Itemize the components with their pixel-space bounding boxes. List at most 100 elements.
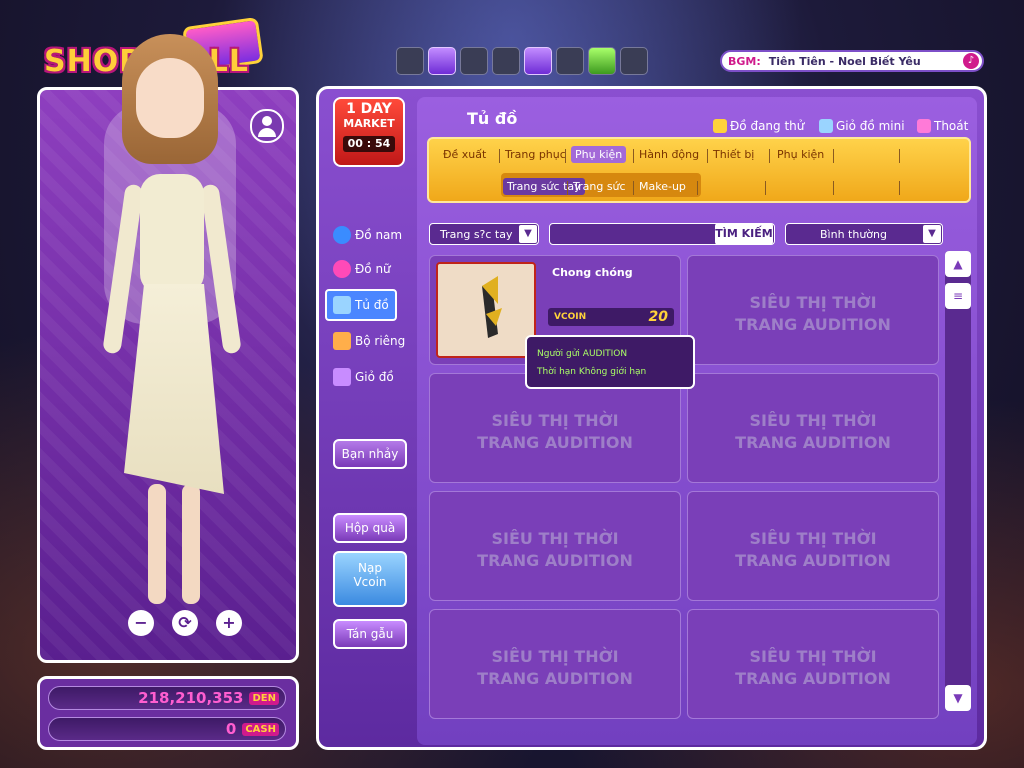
photo-icon[interactable]	[556, 47, 584, 75]
price-currency: VCOIN	[554, 312, 587, 322]
scroll-thumb[interactable]: ≡	[945, 283, 971, 309]
placeholder-line2: TRANG AUDITION	[477, 669, 633, 688]
shop-content: Tủ đồ Đồ đang thử Giỏ đồ mini Thoát Đề x…	[417, 97, 977, 745]
music-settings-icon[interactable]: ♪	[963, 53, 979, 69]
sidebar-item-tu-do[interactable]: Tủ đồ	[325, 289, 397, 321]
day-market-timer: 00 : 54	[343, 136, 395, 152]
tab-separator	[769, 149, 770, 163]
placeholder-line1: SIÊU THỊ THỜI	[491, 647, 619, 666]
tab-separator	[899, 149, 900, 163]
tan-gau-button[interactable]: Tán gẫu	[333, 619, 407, 649]
sidebar-label: Bộ riêng	[355, 334, 406, 348]
page-title: Tủ đồ	[467, 109, 518, 128]
subtab-separator	[567, 181, 568, 195]
sidebar-label: Giỏ đồ	[355, 370, 394, 384]
do-dang-thu-link[interactable]: Đồ đang thử	[713, 119, 804, 133]
placeholder-line2: TRANG AUDITION	[735, 315, 891, 334]
sidebar-label: Tủ đồ	[355, 298, 389, 312]
gift-icon[interactable]	[620, 47, 648, 75]
avatar-leg-right	[182, 484, 200, 604]
tab-thiet-bi[interactable]: Thiết bị	[713, 148, 754, 161]
monster-icon[interactable]	[428, 47, 456, 75]
bundle-icon	[333, 332, 351, 350]
item-name: Chong chóng	[552, 266, 633, 279]
subtab-make-up[interactable]: Make-up	[639, 180, 686, 193]
rotate-icon[interactable]: ⟳	[172, 610, 198, 636]
chevron-down-icon: ▼	[519, 225, 537, 243]
day-market-line2: MARKET	[343, 117, 395, 130]
view-controls: − ⟳ +	[128, 610, 242, 636]
tab-phu-kien[interactable]: Phụ kiện	[571, 146, 627, 163]
sort-dropdown-value: Bình thường	[820, 227, 887, 241]
ban-nhay-button[interactable]: Bạn nhảy	[333, 439, 407, 469]
subtab-separator	[633, 181, 634, 195]
exit-icon	[917, 119, 931, 133]
sidebar-label: Đồ nữ	[355, 262, 391, 276]
wardrobe-icon	[333, 296, 351, 314]
scrollbar-track[interactable]	[945, 251, 971, 699]
plant-icon[interactable]	[492, 47, 520, 75]
one-day-market-button[interactable]: 1 DAY MARKET 00 : 54	[333, 97, 405, 167]
subtab-separator	[833, 181, 834, 195]
price-value: 20	[648, 309, 668, 325]
hop-qua-button[interactable]: Hộp quà	[333, 513, 407, 543]
den-unit: DEN	[249, 691, 279, 705]
nap-vcoin-button[interactable]: Nạp Vcoin	[333, 551, 407, 607]
sidebar-label: Đồ nam	[355, 228, 403, 242]
tab-separator	[565, 149, 566, 163]
khu-vuon-icon[interactable]	[588, 47, 616, 75]
scroll-up-button[interactable]: ▲	[945, 251, 971, 277]
item-tooltip: Người gửi AUDITION Thời hạn Không giới h…	[525, 335, 695, 389]
sidebar-item-do-nam[interactable]: Đồ nam	[333, 223, 402, 247]
subtab-separator	[765, 181, 766, 195]
exit-link[interactable]: Thoát	[917, 119, 968, 133]
den-balance: 218,210,353 DEN	[48, 686, 286, 710]
sidebar-item-do-nu[interactable]: Đồ nữ	[333, 257, 391, 281]
zoom-in-icon[interactable]: +	[216, 610, 242, 636]
avatar-panel: − ⟳ +	[37, 34, 299, 663]
item-slot-empty: SIÊU THỊ THỜI TRANG AUDITION	[429, 373, 681, 483]
item-slot-empty: SIÊU THỊ THỜI TRANG AUDITION	[687, 609, 939, 719]
category-dropdown[interactable]: Trang s?c tay ▼	[429, 223, 539, 245]
category-dropdown-value: Trang s?c tay	[440, 227, 513, 241]
subtab-trang-suc[interactable]: Trang sức	[573, 180, 626, 193]
sort-dropdown[interactable]: Bình thường ▼	[785, 223, 943, 245]
tab-separator	[833, 149, 834, 163]
channel-icon[interactable]	[396, 47, 424, 75]
scroll-down-button[interactable]: ▼	[945, 685, 971, 711]
cash-amount: 0	[225, 720, 237, 738]
subtab-separator	[899, 181, 900, 195]
placeholder-text: SIÊU THỊ THỜI TRANG AUDITION	[430, 646, 680, 690]
zoom-out-icon[interactable]: −	[128, 610, 154, 636]
bgm-label: BGM:	[728, 54, 761, 68]
character-avatar	[100, 34, 280, 634]
tab-hanh-dong[interactable]: Hành động	[639, 148, 699, 161]
sidebar-item-gio-do[interactable]: Giỏ đồ	[333, 365, 394, 389]
placeholder-text: SIÊU THỊ THỜI TRANG AUDITION	[430, 410, 680, 454]
tv-icon[interactable]	[524, 47, 552, 75]
shop-frame: 1 DAY MARKET 00 : 54 Đồ nam Đồ nữ Tủ đồ …	[316, 86, 987, 750]
item-slot-empty: SIÊU THỊ THỜI TRANG AUDITION	[687, 373, 939, 483]
tab-trang-phuc[interactable]: Trang phục	[505, 148, 566, 161]
placeholder-text: SIÊU THỊ THỜI TRANG AUDITION	[688, 528, 938, 572]
gio-do-mini-link[interactable]: Giỏ đồ mini	[819, 119, 905, 133]
cash-balance: 0 CASH	[48, 717, 286, 741]
placeholder-line2: TRANG AUDITION	[477, 433, 633, 452]
item-image	[436, 262, 536, 358]
placeholder-text: SIÊU THỊ THỜI TRANG AUDITION	[688, 646, 938, 690]
item-slot-empty: SIÊU THỊ THỜI TRANG AUDITION	[429, 609, 681, 719]
placeholder-line2: TRANG AUDITION	[735, 433, 891, 452]
link-label: Giỏ đồ mini	[836, 119, 905, 133]
placeholder-text: SIÊU THỊ THỜI TRANG AUDITION	[688, 292, 938, 336]
search-button[interactable]: TÌM KIẾM	[715, 223, 773, 245]
basket-icon	[819, 119, 833, 133]
nap-vcoin-line2: Vcoin	[353, 575, 387, 589]
smile-icon[interactable]	[460, 47, 488, 75]
avatar-face	[136, 58, 204, 138]
tab-phu-kien-2[interactable]: Phụ kiện	[777, 148, 824, 161]
den-amount: 218,210,353	[138, 689, 244, 707]
sidebar-item-bo-rieng[interactable]: Bộ riêng	[333, 329, 405, 353]
top-icon-bar	[396, 47, 648, 75]
tab-de-xuat[interactable]: Đề xuất	[443, 148, 486, 161]
tooltip-duration: Thời hạn Không giới hạn	[537, 367, 647, 377]
